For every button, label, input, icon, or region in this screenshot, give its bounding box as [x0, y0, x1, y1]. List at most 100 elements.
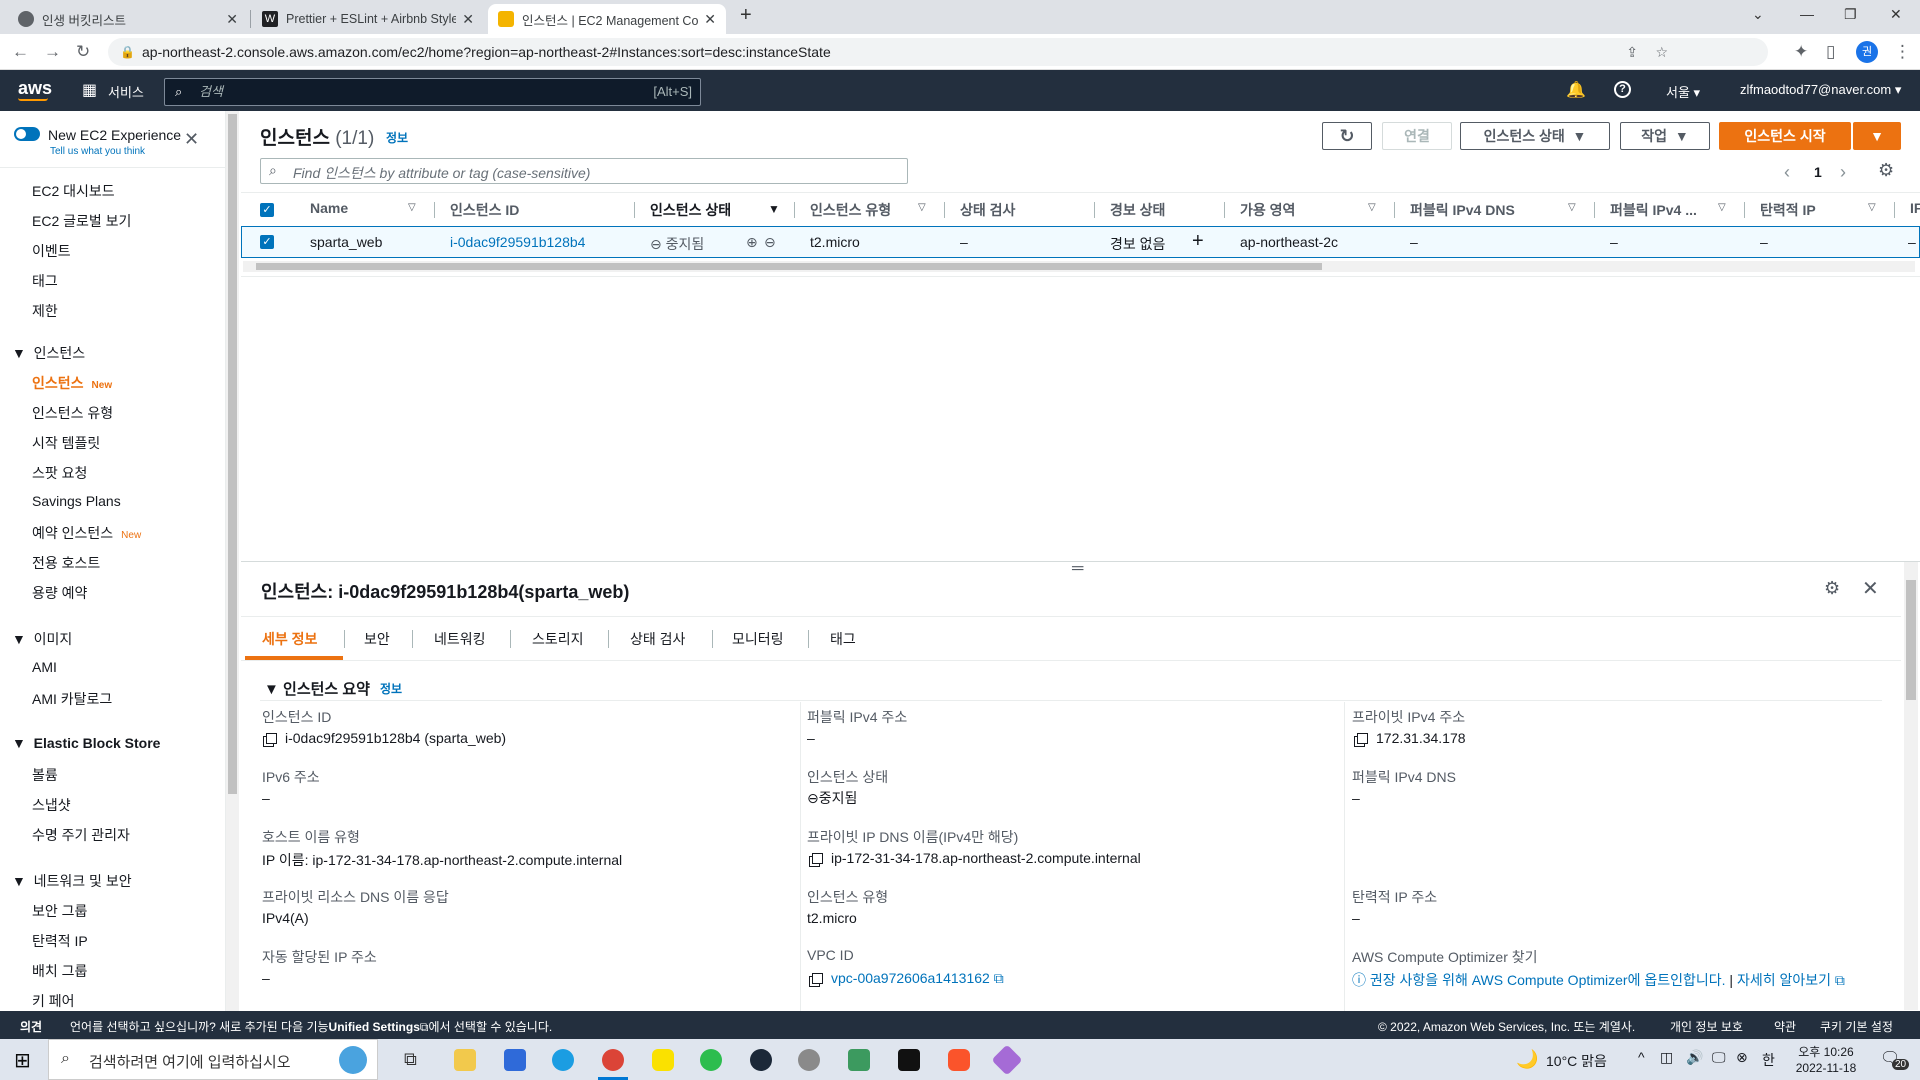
instance-filter-input[interactable]: ⌕ Find 인스턴스 by attribute or tag (case-se… — [260, 158, 908, 184]
sort-icon[interactable]: ▽ — [1868, 202, 1876, 213]
sidebar-item-lifecycle-manager[interactable]: 수명 주기 관리자 — [32, 825, 130, 845]
settings-gear-icon[interactable]: ⚙ — [1878, 160, 1894, 181]
feedback-button[interactable]: 의견 — [20, 1018, 42, 1035]
col-header-extra[interactable]: IF — [1910, 200, 1920, 216]
back-icon[interactable]: ← — [12, 42, 29, 62]
next-page-icon[interactable]: › — [1840, 162, 1846, 183]
ms-store-icon[interactable] — [504, 1049, 526, 1071]
page-number[interactable]: 1 — [1814, 164, 1822, 180]
zoom-in-icon[interactable]: ⊕ — [746, 234, 758, 251]
zoom-out-icon[interactable]: ⊖ — [764, 234, 776, 251]
launch-dropdown-button[interactable]: ▼ — [1853, 122, 1901, 150]
sort-icon[interactable]: ▽ — [408, 202, 416, 213]
select-all-checkbox[interactable]: ✓ — [260, 203, 274, 217]
profile-avatar[interactable]: 권 — [1856, 41, 1878, 63]
prev-page-icon[interactable]: ‹ — [1784, 162, 1790, 183]
tray-app-icon[interactable]: ◫ — [1660, 1049, 1673, 1066]
console-search-input[interactable]: ⌕ 검색 [Alt+S] — [164, 78, 701, 106]
terms-link[interactable]: 약관 — [1774, 1018, 1796, 1035]
refresh-button[interactable]: ↻ — [1322, 122, 1372, 150]
sidepanel-icon[interactable]: ▯ — [1826, 42, 1835, 62]
sidebar-item-reserved-instances[interactable]: 예약 인스턴스 New — [32, 523, 141, 543]
connect-button[interactable]: 연결 — [1382, 122, 1452, 150]
windows-start-icon[interactable]: ⊞ — [14, 1048, 31, 1073]
sidebar-section-network-security[interactable]: ▼ 네트워크 및 보안 — [12, 871, 132, 891]
col-header-status-check[interactable]: 상태 검사 — [960, 200, 1015, 220]
close-icon[interactable]: ✕ — [704, 11, 716, 28]
help-icon[interactable]: ? — [1614, 81, 1631, 98]
col-header-instance-state[interactable]: 인스턴스 상태 — [650, 200, 731, 220]
sidebar-scrollbar-thumb[interactable] — [228, 114, 237, 794]
volume-icon[interactable]: 🔊 — [1686, 1049, 1703, 1066]
overwatch-icon[interactable] — [798, 1049, 820, 1071]
steam-icon[interactable] — [750, 1049, 772, 1071]
task-view-icon[interactable]: ⧉ — [404, 1049, 417, 1070]
sidebar-item-ami[interactable]: AMI — [32, 659, 57, 675]
minimize-icon[interactable]: — — [1800, 6, 1814, 22]
bookmark-star-icon[interactable]: ☆ — [1655, 38, 1668, 66]
bell-icon[interactable]: 🔔 — [1566, 80, 1586, 100]
col-header-alarm-status[interactable]: 경보 상태 — [1110, 200, 1165, 220]
pycharm-icon[interactable] — [898, 1049, 920, 1071]
sidebar-item-dedicated-hosts[interactable]: 전용 호스트 — [32, 553, 100, 573]
sort-icon[interactable]: ▽ — [1718, 202, 1726, 213]
sort-icon[interactable]: ▽ — [918, 202, 926, 213]
sort-desc-icon[interactable]: ▼ — [768, 202, 780, 216]
sidebar-item-capacity-reservations[interactable]: 용량 예약 — [32, 583, 87, 603]
col-header-public-dns[interactable]: 퍼블릭 IPv4 DNS — [1410, 200, 1515, 220]
brave-icon[interactable] — [948, 1049, 970, 1071]
tab-tags[interactable]: 태그 — [830, 629, 856, 649]
sidebar-item-savings-plans[interactable]: Savings Plans — [32, 493, 121, 509]
sidebar-item-global-view[interactable]: EC2 글로벌 보기 — [32, 211, 131, 231]
table-scrollbar-thumb[interactable] — [256, 263, 1322, 270]
share-icon[interactable]: ⇪ — [1626, 38, 1638, 66]
close-icon[interactable]: ✕ — [462, 11, 474, 28]
sidebar-item-launch-templates[interactable]: 시작 템플릿 — [32, 433, 100, 453]
tray-status-icon[interactable]: ⊗ — [1736, 1049, 1748, 1066]
col-header-instance-type[interactable]: 인스턴스 유형 — [810, 200, 891, 220]
network-icon[interactable]: 🖵 — [1712, 1049, 1726, 1066]
instance-state-button[interactable]: 인스턴스 상태 ▼ — [1460, 122, 1610, 150]
detail-close-icon[interactable]: ✕ — [1862, 576, 1879, 601]
account-menu[interactable]: zlfmaodtod77@naver.com ▾ — [1740, 82, 1901, 98]
col-header-elastic-ip[interactable]: 탄력적 IP — [1760, 200, 1816, 220]
sidebar-item-elastic-ip[interactable]: 탄력적 IP — [32, 931, 88, 951]
tab-status-checks[interactable]: 상태 검사 — [630, 629, 685, 649]
summary-info-link[interactable]: 정보 — [380, 680, 402, 697]
sidebar-item-events[interactable]: 이벤트 — [32, 241, 71, 261]
sidebar-item-snapshots[interactable]: 스냅샷 — [32, 795, 71, 815]
address-bar[interactable]: 🔒 ap-northeast-2.console.aws.amazon.com/… — [108, 38, 1768, 66]
tab-storage[interactable]: 스토리지 — [532, 629, 584, 649]
info-link[interactable]: 정보 — [386, 129, 408, 146]
cookie-prefs-link[interactable]: 쿠키 기본 설정 — [1820, 1018, 1893, 1035]
green-app-icon[interactable] — [700, 1049, 722, 1071]
tab-monitoring[interactable]: 모니터링 — [732, 629, 784, 649]
clock-date[interactable]: 2022-11-18 — [1790, 1061, 1862, 1075]
col-header-name[interactable]: Name — [310, 200, 348, 216]
sidebar-item-volumes[interactable]: 볼륨 — [32, 765, 58, 785]
grid-menu-icon[interactable]: ▦ — [82, 80, 97, 100]
col-header-availability-zone[interactable]: 가용 영역 — [1240, 200, 1295, 220]
compute-optimizer-link[interactable]: ⓘ 권장 사항을 위해 AWS Compute Optimizer에 옵트인합니… — [1352, 970, 1845, 990]
kakaotalk-icon[interactable] — [652, 1049, 674, 1071]
sidebar-section-ebs[interactable]: ▼ Elastic Block Store — [12, 735, 160, 751]
sort-icon[interactable]: ▽ — [1568, 202, 1576, 213]
launch-instance-button[interactable]: 인스턴스 시작 — [1719, 122, 1851, 150]
new-experience-toggle[interactable] — [14, 127, 40, 141]
close-icon[interactable]: ✕ — [226, 11, 238, 28]
sort-icon[interactable]: ▽ — [1368, 202, 1376, 213]
detail-settings-gear-icon[interactable]: ⚙ — [1824, 578, 1840, 599]
tab-security[interactable]: 보안 — [364, 629, 390, 649]
sidebar-section-instances[interactable]: ▼ 인스턴스 — [12, 343, 85, 363]
region-selector[interactable]: 서울 ▾ — [1666, 82, 1700, 101]
sidebar-item-tags[interactable]: 태그 — [32, 271, 58, 291]
services-menu[interactable]: 서비스 — [108, 82, 144, 101]
instance-id-link[interactable]: i-0dac9f29591b128b4 — [450, 234, 585, 250]
sidebar-item-limits[interactable]: 제한 — [32, 301, 58, 321]
window-close-icon[interactable]: ✕ — [1890, 6, 1902, 23]
colorful-app-icon[interactable] — [991, 1044, 1023, 1076]
close-sidebar-icon[interactable]: ✕ — [184, 129, 199, 150]
sidebar-item-key-pairs[interactable]: 키 페어 — [32, 991, 75, 1011]
weather-text[interactable]: 10°C 맑음 — [1546, 1051, 1607, 1071]
detail-scrollbar-thumb[interactable] — [1906, 580, 1916, 700]
